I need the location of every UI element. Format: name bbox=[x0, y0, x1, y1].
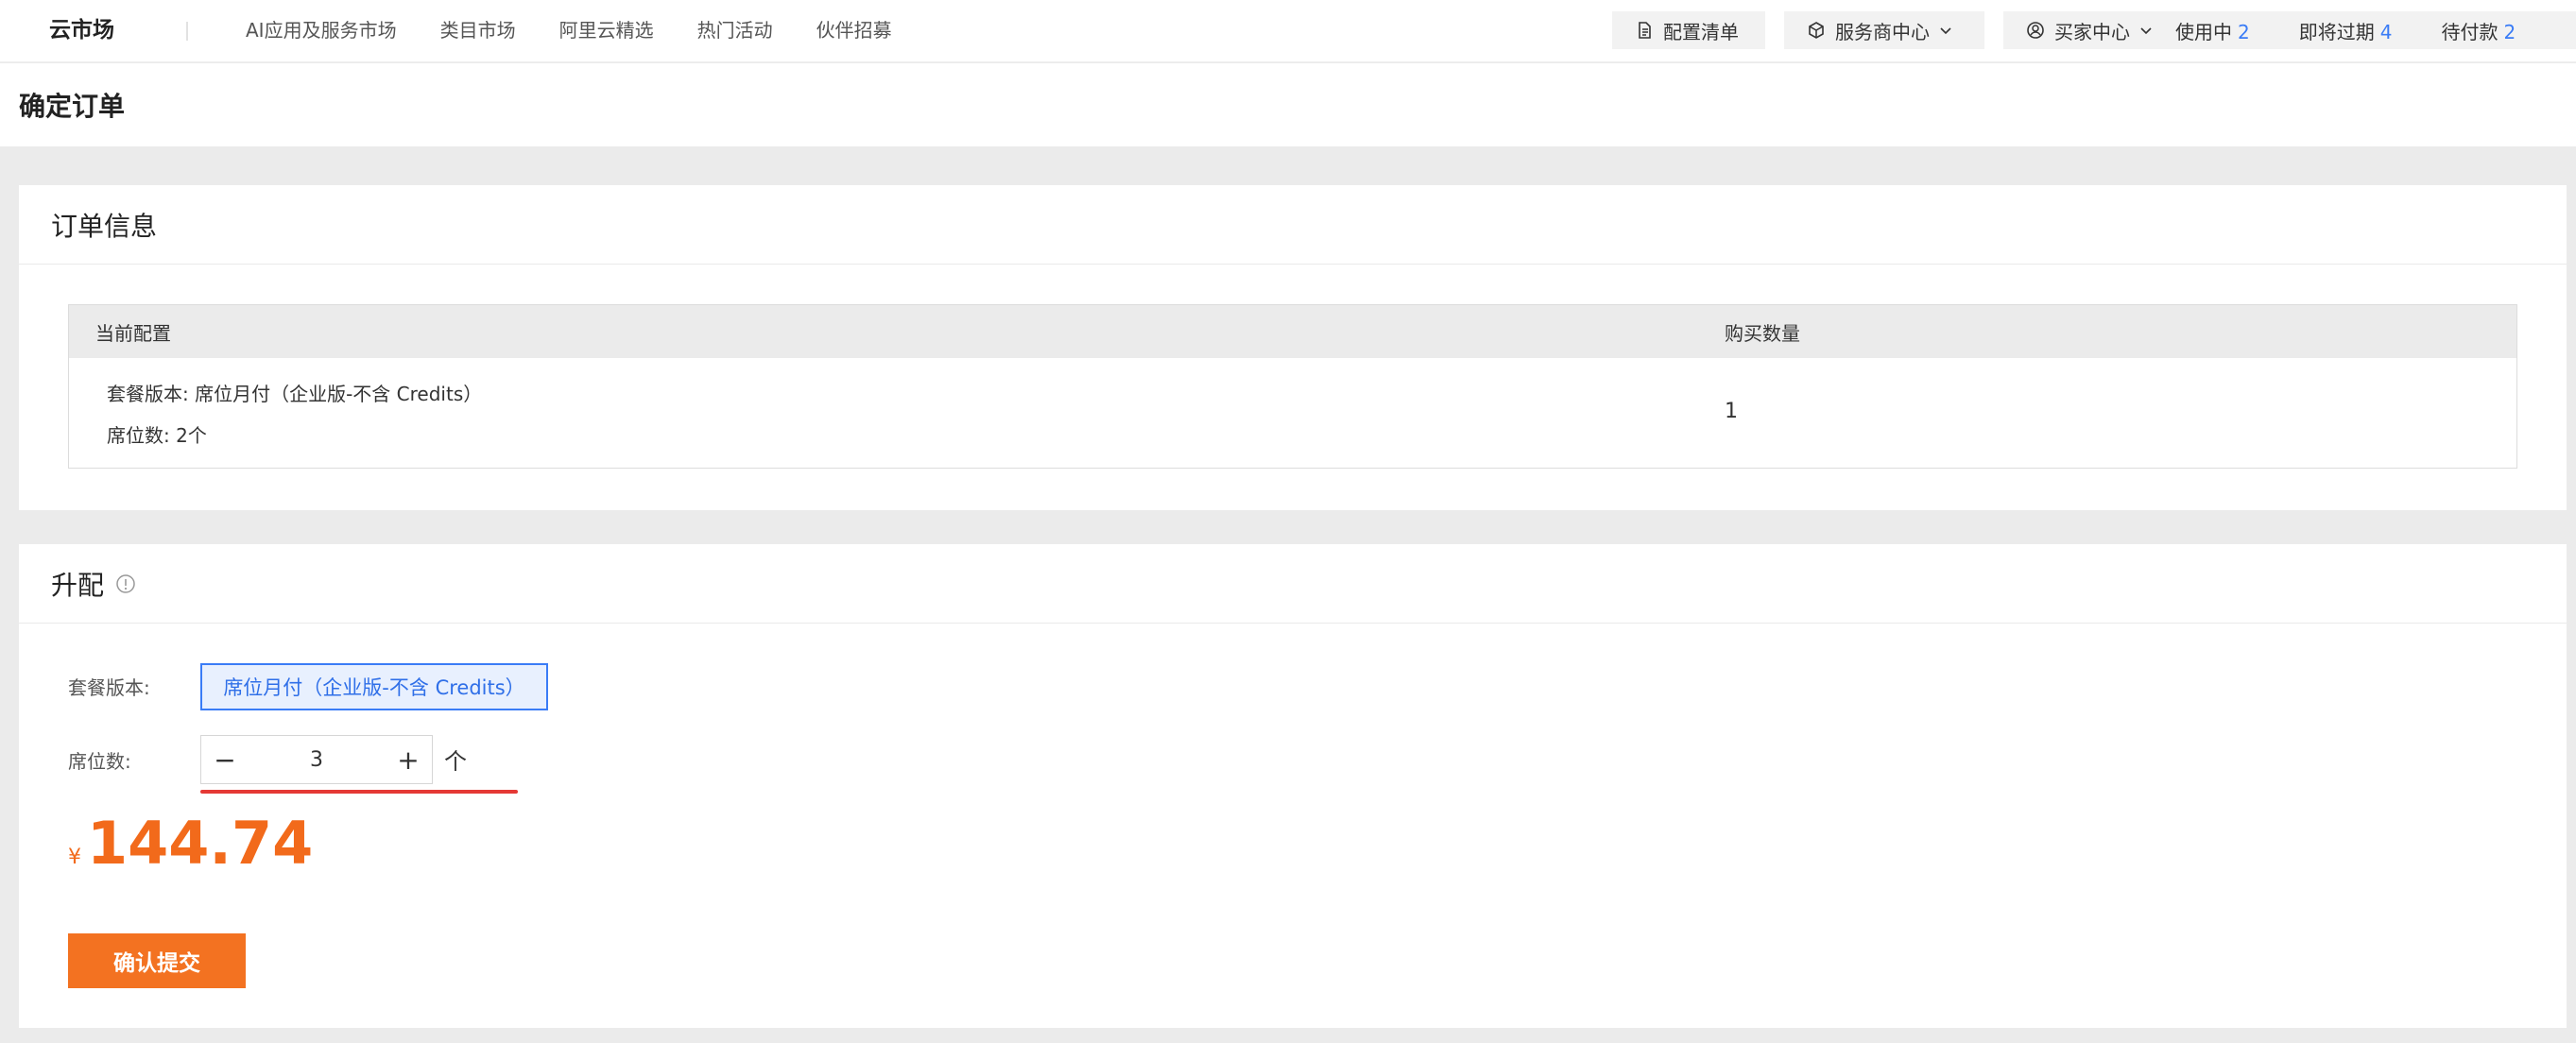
increment-button[interactable]: + bbox=[385, 736, 432, 783]
config-plan-text: 套餐版本: 席位月付（企业版-不含 Credits） bbox=[107, 383, 483, 405]
buyer-center-label: 买家中心 bbox=[2054, 20, 2130, 43]
seats-stepper: − 3 + bbox=[200, 735, 433, 784]
table-header: 当前配置 购买数量 bbox=[69, 305, 2516, 358]
pending-payment-label: 待付款 bbox=[2441, 20, 2499, 43]
pending-payment-count: 2 bbox=[2503, 20, 2516, 43]
expiring-label: 即将过期 bbox=[2298, 20, 2375, 43]
order-table: 当前配置 购买数量 套餐版本: 席位月付（企业版-不含 Credits） 席位数… bbox=[68, 304, 2517, 469]
expiring-count: 4 bbox=[2379, 20, 2393, 43]
confirm-submit-button[interactable]: 确认提交 bbox=[68, 933, 246, 988]
config-list-button[interactable]: 配置清单 bbox=[1612, 11, 1765, 49]
in-use-label: 使用中 bbox=[2175, 20, 2232, 43]
pending-payment-link[interactable]: 待付款 2 bbox=[2441, 17, 2516, 44]
top-nav: 云市场 AI应用及服务市场 类目市场 阿里云精选 热门活动 伙伴招募 配置清单 … bbox=[0, 0, 2576, 62]
info-icon[interactable] bbox=[115, 573, 136, 594]
nav-link-partner-recruit[interactable]: 伙伴招募 bbox=[816, 0, 892, 62]
seats-input[interactable]: 3 bbox=[249, 748, 385, 772]
document-icon bbox=[1635, 21, 1654, 40]
nav-divider bbox=[186, 22, 188, 41]
decrement-button[interactable]: − bbox=[201, 736, 249, 783]
column-header-config: 当前配置 bbox=[95, 321, 171, 345]
order-info-heading: 订单信息 bbox=[19, 185, 2567, 265]
nav-link-ai-market[interactable]: AI应用及服务市场 bbox=[246, 0, 397, 62]
red-underline-annotation bbox=[200, 790, 518, 794]
buyer-bar: 买家中心 使用中 2 即将过期 4 待付款 2 bbox=[2003, 11, 2576, 49]
page-title: 确定订单 bbox=[19, 91, 126, 122]
order-info-card: 订单信息 当前配置 购买数量 套餐版本: 席位月付（企业版-不含 Credits… bbox=[19, 185, 2567, 510]
column-header-quantity: 购买数量 bbox=[1725, 321, 1800, 345]
quantity-value: 1 bbox=[1725, 400, 1738, 423]
total-price: ¥ 144.74 bbox=[68, 809, 313, 878]
seats-unit: 个 bbox=[444, 748, 467, 775]
table-row: 套餐版本: 席位月付（企业版-不含 Credits） 席位数: 2个 1 bbox=[69, 358, 2516, 468]
plan-option-selected[interactable]: 席位月付（企业版-不含 Credits） bbox=[200, 663, 548, 710]
brand-logo[interactable]: 云市场 bbox=[49, 0, 114, 62]
currency-symbol: ¥ bbox=[68, 846, 81, 869]
upgrade-card: 升配 套餐版本: 席位月付（企业版-不含 Credits） 席位数: − 3 +… bbox=[19, 544, 2567, 1028]
nav-link-hot-events[interactable]: 热门活动 bbox=[697, 0, 773, 62]
buyer-center-button[interactable]: 买家中心 bbox=[2026, 17, 2153, 44]
price-value: 144.74 bbox=[87, 809, 314, 878]
expiring-link[interactable]: 即将过期 4 bbox=[2299, 17, 2393, 44]
seats-label: 席位数: bbox=[68, 750, 131, 773]
config-list-label: 配置清单 bbox=[1663, 20, 1739, 43]
order-info-title: 订单信息 bbox=[51, 210, 158, 242]
nav-links: AI应用及服务市场 类目市场 阿里云精选 热门活动 伙伴招募 bbox=[246, 0, 936, 62]
upgrade-title: 升配 bbox=[51, 569, 105, 601]
user-circle-icon bbox=[2026, 21, 2045, 40]
chevron-down-icon bbox=[1939, 24, 1952, 37]
config-seats-text: 席位数: 2个 bbox=[107, 424, 207, 447]
title-bar: 确定订单 bbox=[0, 63, 2576, 146]
plan-label: 套餐版本: bbox=[68, 676, 150, 699]
upgrade-heading: 升配 bbox=[19, 544, 2567, 624]
nav-link-category[interactable]: 类目市场 bbox=[440, 0, 516, 62]
provider-center-button[interactable]: 服务商中心 bbox=[1784, 11, 1984, 49]
nav-link-aliyun-picks[interactable]: 阿里云精选 bbox=[559, 0, 654, 62]
in-use-count: 2 bbox=[2238, 20, 2250, 43]
provider-center-label: 服务商中心 bbox=[1835, 20, 1930, 43]
chevron-down-icon bbox=[2139, 24, 2153, 37]
cube-icon bbox=[1807, 21, 1826, 40]
in-use-link[interactable]: 使用中 2 bbox=[2175, 17, 2250, 44]
